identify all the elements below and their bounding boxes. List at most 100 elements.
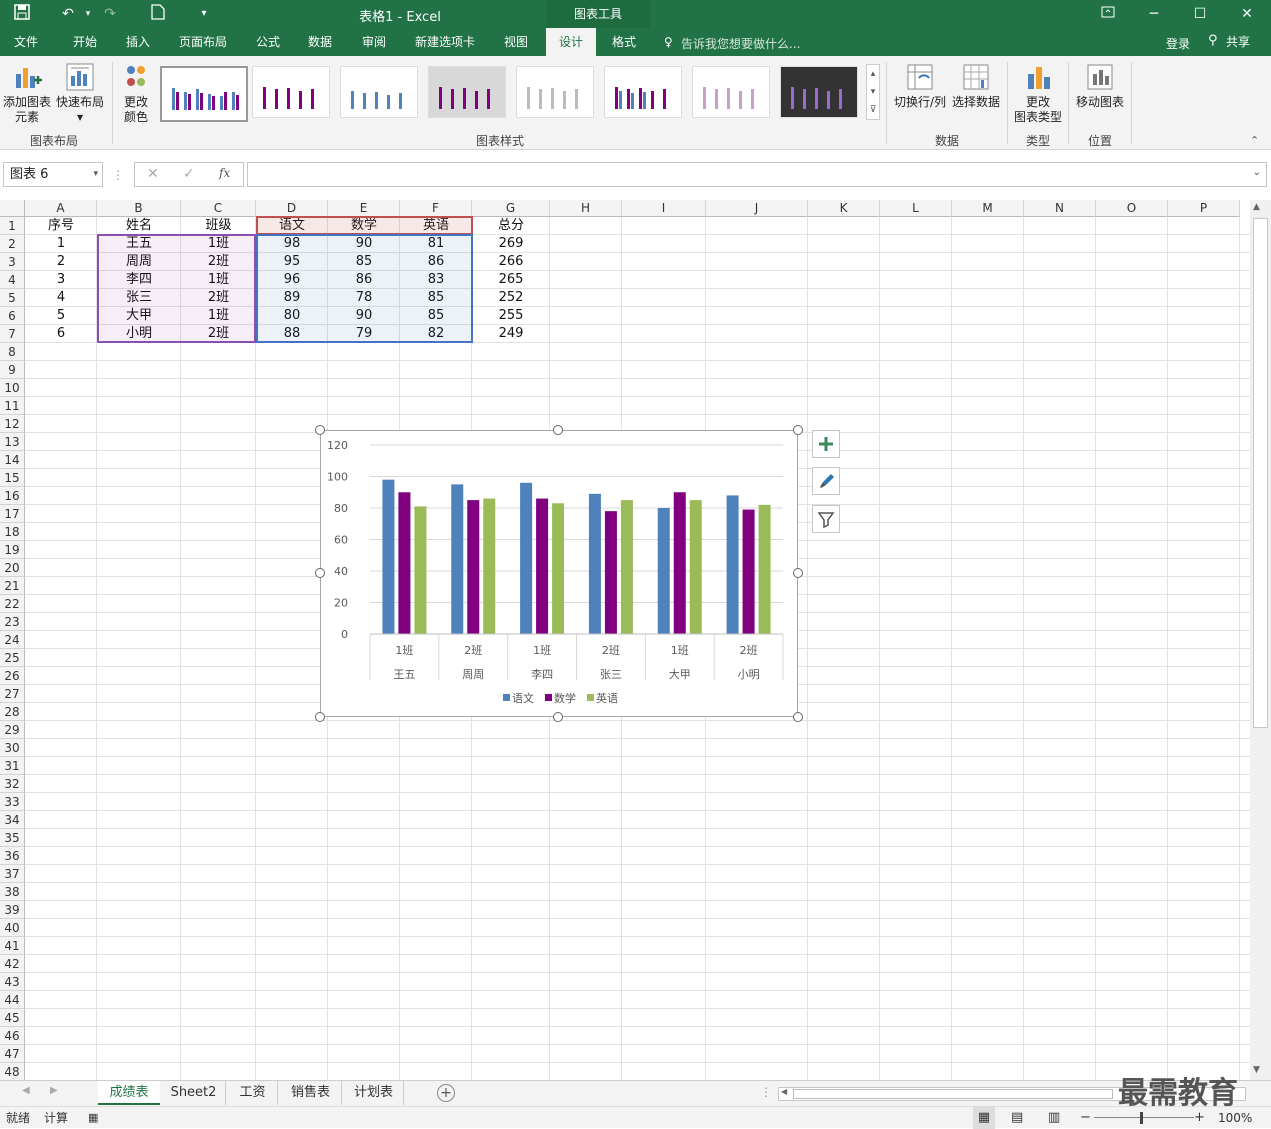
cell[interactable]: 255 [472,307,550,325]
switch-row-column-button[interactable]: 切换行/列 [892,62,948,110]
share-button[interactable]: 共享 [1226,33,1250,50]
insert-function-icon[interactable]: fx [219,166,230,180]
formula-input[interactable]: ⌄ [247,162,1267,187]
chart-style-4[interactable] [428,66,506,118]
row-header[interactable]: 6 [0,307,25,325]
tab-page-layout[interactable]: 页面布局 [172,28,234,56]
row-header[interactable]: 10 [0,379,25,397]
gallery-scroll[interactable]: ▴ ▾ ⊽ [866,64,880,120]
cell[interactable]: 姓名 [97,217,181,235]
resize-handle[interactable] [553,712,563,722]
cell[interactable]: 269 [472,235,550,253]
sheet-tab-sales[interactable]: 销售表 [280,1081,342,1105]
chart-styles-button[interactable] [812,467,840,495]
resize-handle[interactable] [315,568,325,578]
scroll-down-icon[interactable]: ▼ [1253,1065,1260,1075]
chart-style-2[interactable] [252,66,330,118]
normal-view-icon[interactable]: ▦ [973,1107,995,1129]
row-header[interactable]: 7 [0,325,25,343]
add-chart-element-button[interactable]: 添加图表 元素 [2,62,52,125]
row-header[interactable]: 18 [0,523,25,541]
sheet-tab-plan[interactable]: 计划表 [344,1081,404,1105]
row-header[interactable]: 13 [0,433,25,451]
resize-handle[interactable] [793,568,803,578]
name-box[interactable]: 图表 6 ▾ [3,162,103,187]
name-box-dropdown-icon[interactable]: ▾ [93,163,98,186]
cell[interactable]: 252 [472,289,550,307]
cell[interactable]: 4 [25,289,97,307]
row-header[interactable]: 8 [0,343,25,361]
select-data-button[interactable]: 选择数据 [950,62,1002,110]
row-header[interactable]: 35 [0,829,25,847]
column-header-c[interactable]: C [181,200,256,217]
resize-handle[interactable] [315,712,325,722]
sheet-tab-sheet2[interactable]: Sheet2 [162,1081,226,1105]
chart-elements-button[interactable] [812,430,840,458]
tab-formulas[interactable]: 公式 [248,28,288,56]
quick-layout-button[interactable]: 快速布局 ▾ [54,62,106,125]
vertical-scrollbar[interactable]: ▲ ▼ [1250,200,1271,1080]
tell-me-search[interactable]: 告诉我您想要做什么... [681,35,800,52]
row-header[interactable]: 30 [0,739,25,757]
row-header[interactable]: 11 [0,397,25,415]
split-handle[interactable]: ⋮ [760,1085,772,1099]
cell[interactable]: 1 [25,235,97,253]
resize-handle[interactable] [793,425,803,435]
row-header[interactable]: 46 [0,1027,25,1045]
column-header-i[interactable]: I [622,200,706,217]
row-header[interactable]: 33 [0,793,25,811]
horizontal-scroll-thumb[interactable] [793,1089,1113,1099]
row-header[interactable]: 23 [0,613,25,631]
chart-style-5[interactable] [516,66,594,118]
tab-format[interactable]: 格式 [604,28,644,56]
cancel-icon[interactable]: ✕ [147,166,159,182]
row-header[interactable]: 37 [0,865,25,883]
cell[interactable]: 266 [472,253,550,271]
cell[interactable]: 序号 [25,217,97,235]
column-header-b[interactable]: B [97,200,181,217]
sign-in-link[interactable]: 登录 [1166,35,1190,52]
zoom-slider-thumb[interactable] [1140,1112,1143,1124]
move-chart-button[interactable]: 移动图表 [1072,62,1128,110]
add-sheet-icon[interactable]: + [437,1084,455,1102]
column-header-n[interactable]: N [1024,200,1096,217]
row-header[interactable]: 31 [0,757,25,775]
tab-data[interactable]: 数据 [300,28,340,56]
column-chart[interactable]: 0 20 40 60 80 100 120 1班王五 2班周周 1班李四 2班张三 1班大甲 2班小明语… [321,431,799,718]
column-header-d[interactable]: D [256,200,328,217]
cell[interactable]: 265 [472,271,550,289]
row-header[interactable]: 12 [0,415,25,433]
column-header-j[interactable]: J [706,200,808,217]
tab-home[interactable]: 开始 [64,28,106,56]
row-header[interactable]: 26 [0,667,25,685]
select-all-corner[interactable] [0,200,25,217]
sheet-tab-grades[interactable]: 成绩表 [98,1081,160,1105]
column-header-k[interactable]: K [808,200,880,217]
row-header[interactable]: 34 [0,811,25,829]
minimize-icon[interactable]: ─ [1144,4,1164,24]
resize-handle[interactable] [315,425,325,435]
row-header[interactable]: 25 [0,649,25,667]
cell[interactable]: 3 [25,271,97,289]
row-header[interactable]: 19 [0,541,25,559]
column-header-o[interactable]: O [1096,200,1168,217]
next-sheet-icon[interactable]: ▶ [50,1085,58,1096]
cell[interactable]: 6 [25,325,97,343]
column-header-m[interactable]: M [952,200,1024,217]
chart-filters-button[interactable] [812,505,840,533]
scroll-thumb[interactable] [1253,218,1268,728]
row-header[interactable]: 17 [0,505,25,523]
row-header[interactable]: 20 [0,559,25,577]
expand-formula-icon[interactable]: ⌄ [1253,167,1261,178]
column-header-g[interactable]: G [472,200,550,217]
change-colors-button[interactable]: 更改 颜色 [116,62,156,125]
close-icon[interactable]: ✕ [1237,4,1257,24]
tab-insert[interactable]: 插入 [118,28,158,56]
zoom-out-icon[interactable]: − [1080,1107,1091,1129]
zoom-slider[interactable] [1094,1117,1194,1118]
row-header[interactable]: 28 [0,703,25,721]
resize-handle[interactable] [553,425,563,435]
page-layout-view-icon[interactable]: ▤ [1011,1107,1023,1129]
chart-style-3[interactable] [340,66,418,118]
row-header[interactable]: 1 [0,217,25,235]
